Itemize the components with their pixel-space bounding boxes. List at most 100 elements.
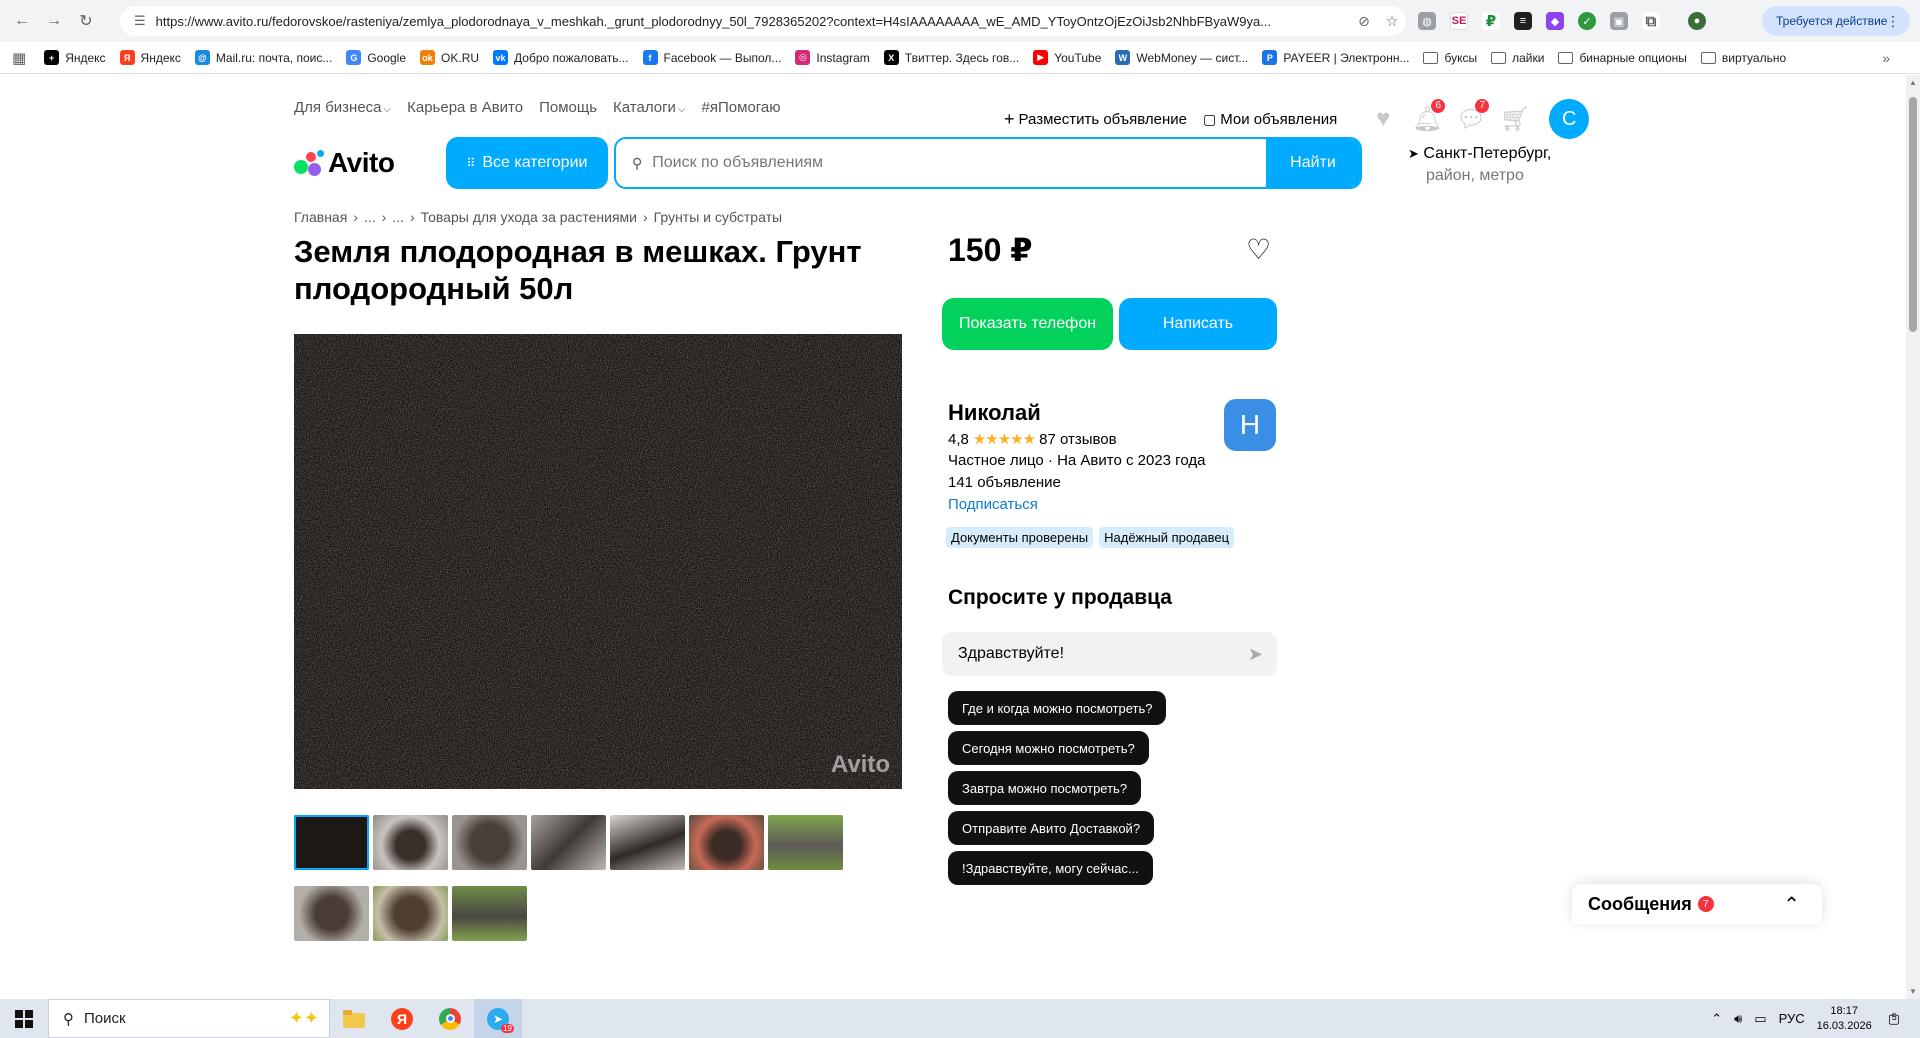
chrome-icon[interactable] <box>426 999 474 1038</box>
keyboard-language[interactable]: РУС <box>1779 1011 1805 1026</box>
thumbnail-8[interactable] <box>294 886 369 941</box>
chat-bubble-icon[interactable]: 💬︎ 7 <box>1456 99 1490 133</box>
location-selector[interactable]: ➤ Санкт-Петербург, район, метро <box>1408 143 1551 187</box>
chevron-up-icon[interactable]: ⌃ <box>1783 892 1800 917</box>
add-to-favorites-heart-icon[interactable]: ♡ <box>1246 233 1271 266</box>
bookmark-item[interactable]: ◎ Instagram <box>795 50 870 65</box>
notification-center-icon[interactable]: ▢ 5 <box>1888 1011 1900 1027</box>
scroll-down-arrow-icon[interactable]: ▼ <box>1909 987 1917 996</box>
thumbnail-9[interactable] <box>373 886 448 941</box>
write-message-button[interactable]: Написать <box>1119 298 1277 350</box>
back-arrow-icon[interactable]: ← <box>8 7 36 35</box>
gem-extension-icon[interactable]: ◆ <box>1546 12 1564 30</box>
seller-ads-count[interactable]: 141 объявление <box>948 474 1061 491</box>
forward-arrow-icon[interactable]: → <box>40 7 68 35</box>
quick-question-chip[interactable]: Где и когда можно посмотреть? <box>948 691 1167 725</box>
quick-question-chip[interactable]: Отправите Авито Доставкой? <box>948 811 1155 845</box>
volume-icon[interactable]: 🔊︎ <box>1734 1011 1742 1027</box>
bookmark-item[interactable]: X Твиттер. Здесь гов... <box>883 50 1019 65</box>
bookmark-star-icon[interactable]: ☆ <box>1378 13 1406 30</box>
thumbnail-6[interactable] <box>689 815 764 870</box>
site-settings-icon[interactable]: ☰ <box>134 13 146 29</box>
avito-logo[interactable]: Avito <box>294 147 395 179</box>
more-bookmarks-icon[interactable]: » <box>1882 50 1890 66</box>
thumbnail-4[interactable] <box>531 815 606 870</box>
ask-seller-input[interactable]: Здравствуйте! ➤ <box>942 632 1277 676</box>
messages-panel[interactable]: Сообщения 7 ⌃ <box>1572 884 1822 924</box>
kebab-menu-icon[interactable]: ⋮ <box>1886 13 1900 30</box>
subscribe-link[interactable]: Подписаться <box>948 496 1038 513</box>
nav-career[interactable]: Карьера в Авито <box>407 99 523 116</box>
system-clock[interactable]: 18:17 16.03.2026 <box>1817 1004 1872 1034</box>
list-extension-icon[interactable]: ≡ <box>1514 12 1532 30</box>
yandex-browser-icon[interactable]: Я <box>378 999 426 1038</box>
se-extension-icon[interactable]: SE <box>1450 12 1468 30</box>
bookmark-item[interactable]: ▶ YouTube <box>1033 50 1101 65</box>
nav-ya-pomogayu[interactable]: #яПомогаю <box>702 99 781 116</box>
bookmark-item[interactable]: @ Mail.ru: почта, поис... <box>194 50 332 65</box>
translate-extension-icon[interactable]: ◍ <box>1418 12 1436 30</box>
taskbar-search-input[interactable]: ⚲ Поиск ✦✦ <box>48 999 330 1038</box>
quick-question-chip[interactable]: Завтра можно посмотреть? <box>948 771 1142 805</box>
green-extension-icon[interactable]: ✓ <box>1578 12 1596 30</box>
network-icon[interactable]: ▭ <box>1754 1011 1766 1027</box>
send-arrow-icon[interactable]: ➤ <box>1248 644 1263 665</box>
thumbnail-3[interactable] <box>452 815 527 870</box>
apps-grid-icon[interactable]: ▦ <box>12 49 26 67</box>
search-input[interactable]: ⚲ Поиск по объявлениям <box>616 139 1266 187</box>
nav-catalogs[interactable]: Каталоги ⌵ <box>613 99 686 116</box>
thumbnail-7[interactable] <box>768 815 843 870</box>
nav-business[interactable]: Для бизнеса ⌵ <box>294 99 391 116</box>
notifications-bell-icon[interactable]: 🔔︎ 6 <box>1412 99 1446 133</box>
scrollbar-thumb[interactable] <box>1909 97 1917 332</box>
all-categories-button[interactable]: ⠿ Все категории <box>446 137 608 189</box>
quick-question-chip[interactable]: !Здравствуйте, могу сейчас... <box>948 851 1153 885</box>
main-photo[interactable]: Avito <box>294 334 902 789</box>
breadcrumb-plant-care[interactable]: Товары для ухода за растениями <box>421 209 637 225</box>
breadcrumb-collapsed-2[interactable]: ... <box>392 209 404 225</box>
reload-icon[interactable]: ↻ <box>72 7 100 35</box>
chevron-up-icon[interactable]: ⌃ <box>1711 1011 1722 1027</box>
cube-extension-icon[interactable]: ▣ <box>1610 12 1628 30</box>
breadcrumb-soils[interactable]: Грунты и субстраты <box>654 209 782 225</box>
bookmark-item[interactable]: P PAYEER | Электронн... <box>1262 50 1409 65</box>
bookmark-item[interactable]: G Google <box>346 50 406 65</box>
bookmark-folder[interactable]: лайки <box>1491 51 1544 65</box>
seller-avatar[interactable]: Н <box>1224 399 1276 451</box>
seller-name[interactable]: Николай <box>948 400 1041 426</box>
bookmark-item[interactable]: W WebMoney — сист... <box>1115 50 1248 65</box>
cart-icon[interactable]: 🛒︎ <box>1500 105 1530 133</box>
windows-start-icon[interactable] <box>0 999 48 1038</box>
bookmark-folder[interactable]: бинарные опционы <box>1558 51 1687 65</box>
eye-off-icon[interactable]: ⊘ <box>1350 13 1378 30</box>
bookmark-folder[interactable]: виртуально <box>1700 51 1786 65</box>
bookmark-folder[interactable]: буксы <box>1423 51 1477 65</box>
action-required-button[interactable]: Требуется действие ⋮ <box>1762 6 1910 36</box>
search-button[interactable]: Найти <box>1266 139 1360 187</box>
ruble-extension-icon[interactable]: ₽ <box>1482 12 1500 30</box>
nav-help[interactable]: Помощь <box>539 99 597 116</box>
show-phone-button[interactable]: Показать телефон <box>942 298 1113 350</box>
puzzle-extension-icon[interactable]: ⧉ <box>1642 12 1660 30</box>
post-ad-link[interactable]: + Разместить объявление <box>1004 109 1187 130</box>
address-bar[interactable]: ☰ https://www.avito.ru/fedorovskoe/raste… <box>120 6 1406 36</box>
file-explorer-icon[interactable] <box>330 999 378 1038</box>
page-scrollbar[interactable]: ▲ ▼ <box>1906 75 1920 999</box>
breadcrumb-collapsed-1[interactable]: ... <box>364 209 376 225</box>
my-ads-link[interactable]: ▢ Мои объявления <box>1203 111 1337 128</box>
scroll-up-arrow-icon[interactable]: ▲ <box>1909 78 1917 87</box>
quick-question-chip[interactable]: Сегодня можно посмотреть? <box>948 731 1149 765</box>
telegram-icon[interactable]: ➤ 19 <box>474 999 522 1038</box>
favorites-heart-icon[interactable]: ♥ <box>1369 105 1397 133</box>
bookmark-item[interactable]: Я Яндекс <box>119 50 181 65</box>
thumbnail-2[interactable] <box>373 815 448 870</box>
thumbnail-1[interactable] <box>294 815 369 870</box>
bookmark-item[interactable]: vk Добро пожаловать... <box>493 50 629 65</box>
thumbnail-10[interactable] <box>452 886 527 941</box>
bookmark-item[interactable]: ok OK.RU <box>420 50 479 65</box>
bookmark-item[interactable]: + Яндекс <box>44 50 106 65</box>
bookmark-item[interactable]: f Facebook — Выпол... <box>642 50 781 65</box>
thumbnail-5[interactable] <box>610 815 685 870</box>
profile-avatar-icon[interactable]: ● <box>1688 12 1706 30</box>
reviews-link[interactable]: 87 отзывов <box>1039 431 1117 448</box>
